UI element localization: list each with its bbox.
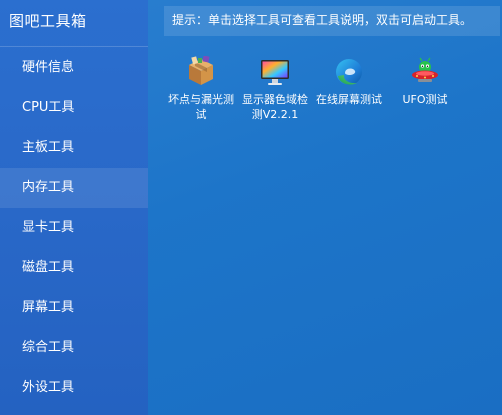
sidebar-item-peripheral-tools[interactable]: 外设工具 [0,368,148,408]
tool-label: UFO测试 [402,93,448,106]
sidebar-item-general-tools[interactable]: 综合工具 [0,328,148,368]
tool-online-screen-test[interactable]: 在线屏幕测试 [312,54,386,107]
tool-label: 显示器色域检测V2.2.1 [242,93,308,121]
tool-label: 在线屏幕测试 [316,93,382,106]
ufo-icon [412,57,438,82]
sidebar: 图吧工具箱 硬件信息 CPU工具 主板工具 内存工具 显卡工具 磁盘工具 屏幕工… [0,0,148,415]
tool-dead-pixel-test[interactable]: 坏点与漏光测试 [164,54,238,122]
tool-ufo-test[interactable]: UFO测试 [388,54,462,107]
sidebar-item-cpu-tools[interactable]: CPU工具 [0,88,148,128]
package-box-icon [189,56,213,85]
sidebar-item-gpu-tools[interactable]: 显卡工具 [0,208,148,248]
app-title: 图吧工具箱 [9,12,87,30]
sidebar-item-disk-tools[interactable]: 磁盘工具 [0,248,148,288]
tool-label: 坏点与漏光测试 [168,93,234,121]
sidebar-item-screen-tools[interactable]: 屏幕工具 [0,288,148,328]
hint-bar: 提示：单击选择工具可查看工具说明，双击可启动工具。 [164,6,500,36]
app-window: 图吧工具箱 硬件信息 CPU工具 主板工具 内存工具 显卡工具 磁盘工具 屏幕工… [0,0,502,415]
edge-browser-icon [336,59,362,85]
sidebar-item-memory-tools[interactable]: 内存工具 [0,168,148,208]
tool-monitor-gamut-check[interactable]: 显示器色域检测V2.2.1 [238,54,312,122]
title-divider [0,46,148,47]
monitor-color-icon [261,60,289,85]
sidebar-item-motherboard-tools[interactable]: 主板工具 [0,128,148,168]
sidebar-item-hardware-info[interactable]: 硬件信息 [0,48,148,88]
